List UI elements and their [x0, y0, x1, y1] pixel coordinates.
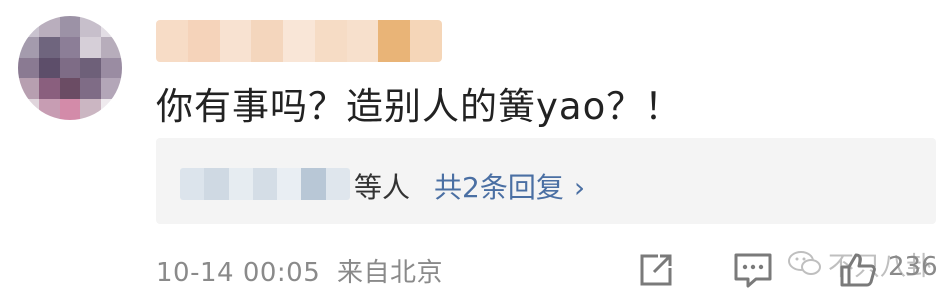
view-replies-label: 共2条回复: [434, 171, 564, 204]
chevron-right-icon: ›: [573, 171, 586, 204]
reply-suffix: 等人: [354, 171, 411, 204]
like-count: 236: [888, 252, 938, 282]
like-icon[interactable]: [838, 250, 878, 290]
comment-meta: 10-14 00:05 来自北京: [156, 252, 443, 289]
reply-username-blurred: [180, 168, 350, 200]
avatar[interactable]: [18, 16, 122, 120]
share-icon[interactable]: [636, 250, 676, 290]
location: 来自北京: [337, 258, 444, 288]
comment-icon[interactable]: [732, 250, 774, 290]
replies-preview[interactable]: 等人 共2条回复 ›: [156, 138, 936, 224]
comment-text: 你有事吗？造别人的簧yao？！: [156, 85, 683, 128]
username-blurred[interactable]: [156, 20, 442, 62]
view-replies-link[interactable]: 共2条回复 ›: [434, 166, 585, 206]
timestamp: 10-14 00:05: [156, 258, 321, 288]
wechat-logo-icon: [788, 251, 821, 275]
